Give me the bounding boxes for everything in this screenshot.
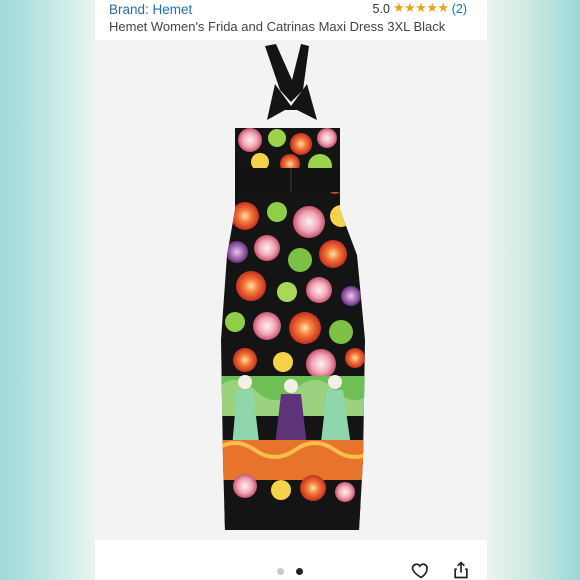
dress-illustration xyxy=(221,44,365,530)
rating-value: 5.0 xyxy=(372,1,390,16)
gallery-pagination xyxy=(277,568,303,575)
gallery-footer xyxy=(95,540,487,580)
product-header: Brand: Hemet 5.0 ★★★★★ (2) Hemet Women's… xyxy=(109,0,477,40)
product-card: Brand: Hemet 5.0 ★★★★★ (2) Hemet Women's… xyxy=(95,0,487,580)
product-image[interactable] xyxy=(95,40,487,540)
gallery-dot-1[interactable] xyxy=(277,568,284,575)
rating-summary[interactable]: 5.0 ★★★★★ (2) xyxy=(373,1,467,16)
review-count-link[interactable]: (2) xyxy=(452,2,467,16)
product-title: Hemet Women's Frida and Catrinas Maxi Dr… xyxy=(109,19,446,34)
gallery-dot-2[interactable] xyxy=(296,568,303,575)
share-icon[interactable] xyxy=(451,560,471,580)
heart-outline-icon[interactable] xyxy=(411,560,431,580)
star-rating-icon: ★★★★★ xyxy=(392,1,449,16)
brand-link[interactable]: Brand: Hemet xyxy=(109,2,192,17)
